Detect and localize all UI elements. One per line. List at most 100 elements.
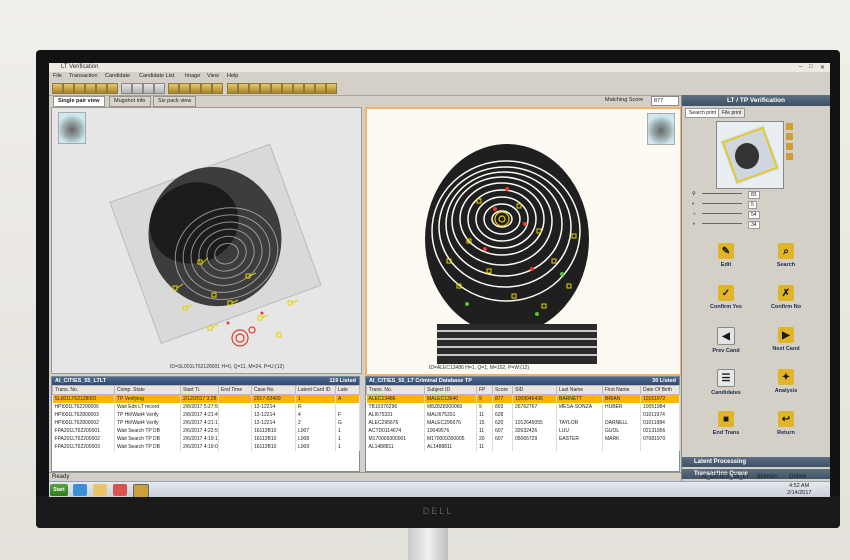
- confirm-no-button[interactable]: ✗ Confirm No: [758, 285, 814, 325]
- brightness-slider-row[interactable]: ☼ 54: [692, 211, 792, 219]
- contrast-slider-row[interactable]: ◐ 5: [692, 201, 792, 209]
- menu-transaction[interactable]: Transaction: [69, 73, 98, 79]
- ie-icon[interactable]: [73, 484, 87, 496]
- confirm-yes-button[interactable]: ✓ Confirm Yes: [698, 285, 754, 325]
- menu-candidate-list[interactable]: Candidate List: [139, 73, 174, 79]
- toolbar-zoom-icon[interactable]: [168, 83, 179, 94]
- tab-search-print[interactable]: Search print: [685, 108, 720, 118]
- col-header[interactable]: Latent Card ID: [295, 385, 336, 395]
- toolbar-open-icon[interactable]: [52, 83, 63, 94]
- toolbar-edit-icon[interactable]: [85, 83, 96, 94]
- menu-view[interactable]: View: [207, 73, 219, 79]
- col-header[interactable]: Start Ti.: [180, 385, 219, 395]
- toolbar-grid-icon[interactable]: [201, 83, 212, 94]
- col-header[interactable]: Comp. State: [114, 385, 181, 395]
- toolbar-confirm-icon[interactable]: [107, 83, 118, 94]
- table-row[interactable]: ALEC13486 MALEC13640 9 877 1009946436 BARNETT…: [366, 394, 680, 403]
- col-header[interactable]: Score: [492, 385, 513, 395]
- contrast-value[interactable]: 5: [748, 201, 757, 209]
- table-row[interactable]: ACTD0114674 10049576 11 607 32632426 LUU GUOL 0…: [366, 427, 680, 435]
- tab-six-pack-view[interactable]: Six pack view: [153, 96, 197, 107]
- table-row[interactable]: ALEC295676 MALEC295676 15 620 1012645055 TAYL…: [366, 419, 680, 427]
- col-header[interactable]: Date Of Birth: [640, 385, 680, 395]
- menu-help[interactable]: Help: [227, 73, 238, 79]
- col-header[interactable]: Trans. No.: [52, 385, 115, 395]
- tab-file-print[interactable]: File print: [718, 108, 746, 118]
- end-trans-button[interactable]: ■ End Trans: [698, 411, 754, 451]
- toolbar-forward-icon[interactable]: [132, 83, 143, 94]
- tenprint-pane[interactable]: ID=ALEC13486 H=1, Q=1, M=102, P=W:(12): [365, 107, 682, 376]
- tool-pan-icon[interactable]: [786, 133, 793, 140]
- table-row[interactable]: FPA201LT62200002 Wait Search TP DB 2/6/201…: [52, 435, 360, 443]
- col-header[interactable]: First Name: [602, 385, 641, 395]
- gamma-value[interactable]: 34: [748, 221, 760, 229]
- maximize-icon[interactable]: □: [809, 64, 813, 70]
- toolbar-crop-icon[interactable]: [271, 83, 282, 94]
- menu-file[interactable]: File: [53, 73, 62, 79]
- toolbar-rotate-icon[interactable]: [179, 83, 190, 94]
- zoom-value[interactable]: 83: [748, 191, 760, 199]
- col-header[interactable]: Late: [335, 385, 360, 395]
- tool-rotate-icon[interactable]: [786, 143, 793, 150]
- col-header[interactable]: End Time: [218, 385, 252, 395]
- toolbar-refresh-icon[interactable]: [154, 83, 165, 94]
- close-icon[interactable]: ✕: [820, 64, 825, 71]
- col-header[interactable]: Trans. No.: [366, 385, 425, 395]
- toolbar-delta-icon[interactable]: [304, 83, 315, 94]
- col-header[interactable]: Subject ID: [424, 385, 477, 395]
- toolbar-invert-icon[interactable]: [249, 83, 260, 94]
- toolbar-stop-icon[interactable]: [143, 83, 154, 94]
- candidates-button[interactable]: ☰ Candidates: [698, 369, 754, 409]
- return-button[interactable]: ↩ Return: [758, 411, 814, 451]
- table-row[interactable]: ALI675331 MALI675331 11 628 01011974: [366, 411, 680, 419]
- toolbar-print-icon[interactable]: [74, 83, 85, 94]
- menu-image[interactable]: Image: [185, 73, 200, 79]
- table-row[interactable]: AL1488811 AL1488811 11: [366, 443, 680, 451]
- table-row[interactable]: HPI001LT62200006 Wait Edit LT record 2/8/2…: [52, 403, 360, 411]
- table-row[interactable]: HPI001LT62800003 TP Hit/Wait4 Verify 2/8/2…: [52, 411, 360, 419]
- toolbar-ridge-icon[interactable]: [315, 83, 326, 94]
- explorer-icon[interactable]: [93, 484, 107, 496]
- toolbar-core-icon[interactable]: [293, 83, 304, 94]
- col-header[interactable]: Last Name: [556, 385, 603, 395]
- tool-reset-icon[interactable]: [786, 153, 793, 160]
- col-header[interactable]: SID: [512, 385, 557, 395]
- search-button[interactable]: ⌕ Search: [758, 243, 814, 283]
- toolbar-search-icon[interactable]: [96, 83, 107, 94]
- toolbar-mark-icon[interactable]: [190, 83, 201, 94]
- table-row[interactable]: SL001LT62128001 TP Verifying 2/12/2017 3:2…: [52, 394, 360, 403]
- toolbar-fit-icon[interactable]: [260, 83, 271, 94]
- latent-processing-header[interactable]: Latent Processing: [682, 457, 830, 467]
- zoom-slider-row[interactable]: ⚲ 83: [692, 191, 792, 199]
- brightness-value[interactable]: 54: [748, 211, 760, 219]
- table-row[interactable]: FPA201LT62200003 Wait Search TP DB 2/6/201…: [52, 443, 360, 451]
- prev-cand-button[interactable]: ◀ Prev Cand: [698, 327, 754, 367]
- toolbar-save-icon[interactable]: [63, 83, 74, 94]
- toolbar-contrast-icon[interactable]: [227, 83, 238, 94]
- table-row[interactable]: FPA201LT62200001 Wait Search TP DB 2/6/201…: [52, 427, 360, 435]
- table-row[interactable]: M170009300001 M170009300005 20 607 05065729 E…: [366, 435, 680, 443]
- toolbar-chart-icon[interactable]: [326, 83, 337, 94]
- col-header[interactable]: FP: [476, 385, 493, 395]
- edit-button[interactable]: ✎ Edit: [698, 243, 754, 283]
- next-cand-button[interactable]: ▶ Next Cand: [758, 327, 814, 367]
- start-button[interactable]: Start: [50, 484, 68, 496]
- menu-candidate[interactable]: Candidate: [105, 73, 130, 79]
- toolbar-flip-icon[interactable]: [212, 83, 223, 94]
- latent-print-pane[interactable]: ID=SL001LT62128001 H=0, Q=11, M=24, P=U:…: [51, 107, 362, 374]
- media-icon[interactable]: [113, 484, 127, 496]
- toolbar-brightness-icon[interactable]: [238, 83, 249, 94]
- table-row[interactable]: TB10376296 M8Z8Z8300060 9 803 26762767 MESA-S…: [366, 403, 680, 411]
- col-header[interactable]: Case No.: [251, 385, 296, 395]
- gamma-slider-row[interactable]: ◑ 34: [692, 221, 792, 229]
- toolbar-back-icon[interactable]: [121, 83, 132, 94]
- table-row[interactable]: HPI001LT62800002 TP Hit/Wait4 Verify 2/6/2…: [52, 419, 360, 427]
- analysis-button[interactable]: ✦ Analysis: [758, 369, 814, 409]
- tool-zoom-icon[interactable]: [786, 123, 793, 130]
- tab-mugshot-info[interactable]: Mugshot info: [109, 96, 151, 107]
- verification-app-icon[interactable]: [133, 484, 149, 497]
- print-preview[interactable]: [716, 121, 784, 189]
- tab-single-pair-view[interactable]: Single pair view: [53, 96, 105, 107]
- minimize-icon[interactable]: –: [799, 64, 802, 70]
- toolbar-minutiae-icon[interactable]: [282, 83, 293, 94]
